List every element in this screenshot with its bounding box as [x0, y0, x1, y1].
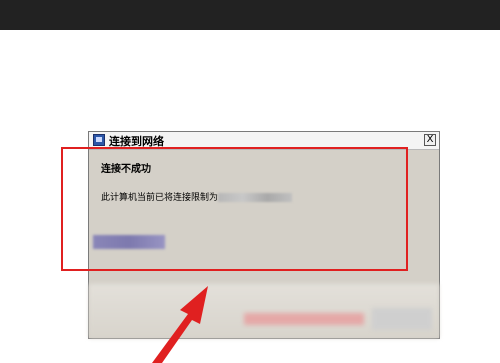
redacted-footer-text	[244, 313, 364, 325]
network-app-icon	[93, 134, 105, 146]
red-arrow-icon	[152, 286, 208, 363]
redacted-close-button[interactable]	[372, 308, 432, 330]
close-button[interactable]: X	[424, 134, 436, 146]
red-highlight-box	[61, 147, 408, 271]
top-dark-bar	[0, 0, 500, 30]
